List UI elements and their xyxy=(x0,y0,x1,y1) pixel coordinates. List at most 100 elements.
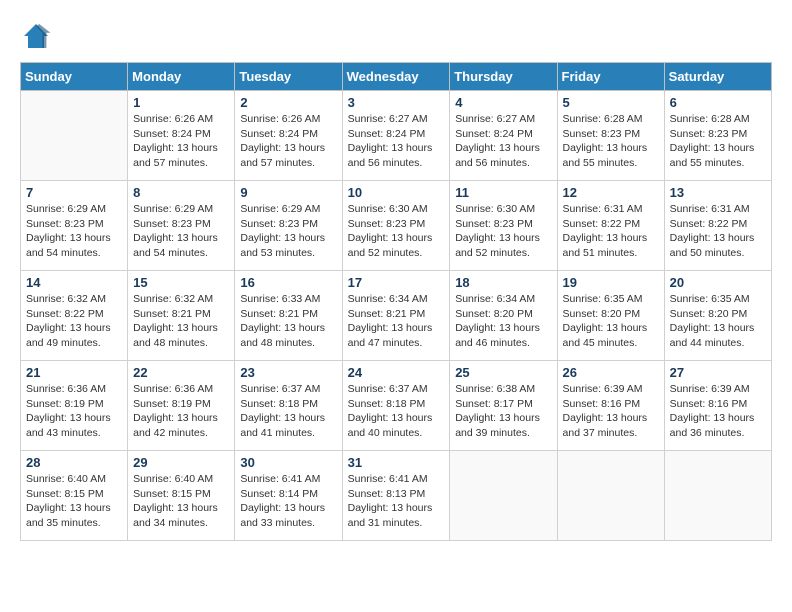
day-info: Sunrise: 6:31 AMSunset: 8:22 PMDaylight:… xyxy=(670,202,766,261)
day-number: 22 xyxy=(133,365,229,380)
calendar-cell: 25 Sunrise: 6:38 AMSunset: 8:17 PMDayligh… xyxy=(450,361,557,451)
calendar-cell: 6Sunrise: 6:28 AMSunset: 8:23 PMDaylight… xyxy=(664,91,771,181)
day-info: Sunrise: 6:38 AMSunset: 8:17 PMDaylight:… xyxy=(455,382,551,441)
day-info: Sunrise: 6:29 AMSunset: 8:23 PMDaylight:… xyxy=(133,202,229,261)
calendar-cell: 22Sunrise: 6:36 AMSunset: 8:19 PMDayligh… xyxy=(128,361,235,451)
day-number: 24 xyxy=(348,365,445,380)
day-number: 15 xyxy=(133,275,229,290)
calendar-cell: 30 Sunrise: 6:41 AMSunset: 8:14 PMDayligh… xyxy=(235,451,342,541)
week-row-0: 1Sunrise: 6:26 AMSunset: 8:24 PMDaylight… xyxy=(21,91,772,181)
calendar-cell: 12 Sunrise: 6:31 AMSunset: 8:22 PMDayligh… xyxy=(557,181,664,271)
day-number: 23 xyxy=(240,365,336,380)
day-number: 16 xyxy=(240,275,336,290)
day-info: Sunrise: 6:28 AMSunset: 8:23 PMDaylight:… xyxy=(563,112,659,171)
day-number: 29 xyxy=(133,455,229,470)
calendar-cell: 5 Sunrise: 6:28 AMSunset: 8:23 PMDaylight… xyxy=(557,91,664,181)
day-number: 31 xyxy=(348,455,445,470)
week-row-4: 28 Sunrise: 6:40 AMSunset: 8:15 PMDayligh… xyxy=(21,451,772,541)
day-info: Sunrise: 6:29 AMSunset: 8:23 PMDaylight:… xyxy=(240,202,336,261)
calendar-cell: 7 Sunrise: 6:29 AMSunset: 8:23 PMDaylight… xyxy=(21,181,128,271)
calendar-cell: 20 Sunrise: 6:35 AMSunset: 8:20 PMDayligh… xyxy=(664,271,771,361)
day-number: 28 xyxy=(26,455,122,470)
day-info: Sunrise: 6:35 AMSunset: 8:20 PMDaylight:… xyxy=(563,292,659,351)
day-info: Sunrise: 6:40 AMSunset: 8:15 PMDaylight:… xyxy=(26,472,122,531)
day-number: 6 xyxy=(670,95,766,110)
day-number: 27 xyxy=(670,365,766,380)
day-info: Sunrise: 6:40 AMSunset: 8:15 PMDaylight:… xyxy=(133,472,229,531)
calendar-cell: 9Sunrise: 6:29 AMSunset: 8:23 PMDaylight… xyxy=(235,181,342,271)
calendar-cell: 26 Sunrise: 6:39 AMSunset: 8:16 PMDayligh… xyxy=(557,361,664,451)
day-number: 25 xyxy=(455,365,551,380)
calendar-cell: 18 Sunrise: 6:34 AMSunset: 8:20 PMDayligh… xyxy=(450,271,557,361)
calendar-cell: 17 Sunrise: 6:34 AMSunset: 8:21 PMDayligh… xyxy=(342,271,450,361)
calendar-cell: 21 Sunrise: 6:36 AMSunset: 8:19 PMDayligh… xyxy=(21,361,128,451)
day-number: 7 xyxy=(26,185,122,200)
day-number: 19 xyxy=(563,275,659,290)
calendar-cell: 27Sunrise: 6:39 AMSunset: 8:16 PMDayligh… xyxy=(664,361,771,451)
page-header xyxy=(20,20,772,52)
calendar-cell: 14 Sunrise: 6:32 AMSunset: 8:22 PMDayligh… xyxy=(21,271,128,361)
calendar-cell: 24Sunrise: 6:37 AMSunset: 8:18 PMDayligh… xyxy=(342,361,450,451)
weekday-header-saturday: Saturday xyxy=(664,63,771,91)
day-info: Sunrise: 6:35 AMSunset: 8:20 PMDaylight:… xyxy=(670,292,766,351)
day-info: Sunrise: 6:36 AMSunset: 8:19 PMDaylight:… xyxy=(26,382,122,441)
calendar-cell: 10Sunrise: 6:30 AMSunset: 8:23 PMDayligh… xyxy=(342,181,450,271)
day-number: 11 xyxy=(455,185,551,200)
day-number: 21 xyxy=(26,365,122,380)
calendar: SundayMondayTuesdayWednesdayThursdayFrid… xyxy=(20,62,772,541)
calendar-cell xyxy=(450,451,557,541)
weekday-header-row: SundayMondayTuesdayWednesdayThursdayFrid… xyxy=(21,63,772,91)
day-number: 30 xyxy=(240,455,336,470)
weekday-header-monday: Monday xyxy=(128,63,235,91)
week-row-2: 14 Sunrise: 6:32 AMSunset: 8:22 PMDayligh… xyxy=(21,271,772,361)
logo-icon xyxy=(20,20,52,52)
day-number: 17 xyxy=(348,275,445,290)
day-number: 12 xyxy=(563,185,659,200)
day-number: 18 xyxy=(455,275,551,290)
week-row-3: 21 Sunrise: 6:36 AMSunset: 8:19 PMDayligh… xyxy=(21,361,772,451)
weekday-header-tuesday: Tuesday xyxy=(235,63,342,91)
day-number: 8 xyxy=(133,185,229,200)
weekday-header-thursday: Thursday xyxy=(450,63,557,91)
day-info: Sunrise: 6:41 AMSunset: 8:14 PMDaylight:… xyxy=(240,472,336,531)
week-row-1: 7 Sunrise: 6:29 AMSunset: 8:23 PMDaylight… xyxy=(21,181,772,271)
day-info: Sunrise: 6:34 AMSunset: 8:21 PMDaylight:… xyxy=(348,292,445,351)
weekday-header-sunday: Sunday xyxy=(21,63,128,91)
day-info: Sunrise: 6:39 AMSunset: 8:16 PMDaylight:… xyxy=(563,382,659,441)
day-info: Sunrise: 6:34 AMSunset: 8:20 PMDaylight:… xyxy=(455,292,551,351)
calendar-cell xyxy=(21,91,128,181)
day-number: 5 xyxy=(563,95,659,110)
day-info: Sunrise: 6:32 AMSunset: 8:21 PMDaylight:… xyxy=(133,292,229,351)
calendar-cell: 23 Sunrise: 6:37 AMSunset: 8:18 PMDayligh… xyxy=(235,361,342,451)
day-info: Sunrise: 6:27 AMSunset: 8:24 PMDaylight:… xyxy=(348,112,445,171)
calendar-cell xyxy=(664,451,771,541)
calendar-cell: 13 Sunrise: 6:31 AMSunset: 8:22 PMDayligh… xyxy=(664,181,771,271)
day-info: Sunrise: 6:31 AMSunset: 8:22 PMDaylight:… xyxy=(563,202,659,261)
day-number: 13 xyxy=(670,185,766,200)
calendar-cell: 11 Sunrise: 6:30 AMSunset: 8:23 PMDayligh… xyxy=(450,181,557,271)
calendar-cell: 28 Sunrise: 6:40 AMSunset: 8:15 PMDayligh… xyxy=(21,451,128,541)
logo xyxy=(20,20,56,52)
calendar-cell: 4Sunrise: 6:27 AMSunset: 8:24 PMDaylight… xyxy=(450,91,557,181)
day-info: Sunrise: 6:30 AMSunset: 8:23 PMDaylight:… xyxy=(455,202,551,261)
calendar-cell: 31 Sunrise: 6:41 AMSunset: 8:13 PMDayligh… xyxy=(342,451,450,541)
calendar-cell: 3Sunrise: 6:27 AMSunset: 8:24 PMDaylight… xyxy=(342,91,450,181)
day-info: Sunrise: 6:29 AMSunset: 8:23 PMDaylight:… xyxy=(26,202,122,261)
calendar-cell: 29 Sunrise: 6:40 AMSunset: 8:15 PMDayligh… xyxy=(128,451,235,541)
day-number: 14 xyxy=(26,275,122,290)
day-number: 26 xyxy=(563,365,659,380)
day-info: Sunrise: 6:33 AMSunset: 8:21 PMDaylight:… xyxy=(240,292,336,351)
day-info: Sunrise: 6:27 AMSunset: 8:24 PMDaylight:… xyxy=(455,112,551,171)
calendar-cell: 1Sunrise: 6:26 AMSunset: 8:24 PMDaylight… xyxy=(128,91,235,181)
day-number: 1 xyxy=(133,95,229,110)
day-info: Sunrise: 6:30 AMSunset: 8:23 PMDaylight:… xyxy=(348,202,445,261)
day-number: 2 xyxy=(240,95,336,110)
calendar-cell: 2Sunrise: 6:26 AMSunset: 8:24 PMDaylight… xyxy=(235,91,342,181)
day-info: Sunrise: 6:32 AMSunset: 8:22 PMDaylight:… xyxy=(26,292,122,351)
weekday-header-wednesday: Wednesday xyxy=(342,63,450,91)
calendar-cell: 15 Sunrise: 6:32 AMSunset: 8:21 PMDayligh… xyxy=(128,271,235,361)
day-info: Sunrise: 6:41 AMSunset: 8:13 PMDaylight:… xyxy=(348,472,445,531)
calendar-cell: 8 Sunrise: 6:29 AMSunset: 8:23 PMDaylight… xyxy=(128,181,235,271)
day-number: 20 xyxy=(670,275,766,290)
day-info: Sunrise: 6:37 AMSunset: 8:18 PMDaylight:… xyxy=(240,382,336,441)
